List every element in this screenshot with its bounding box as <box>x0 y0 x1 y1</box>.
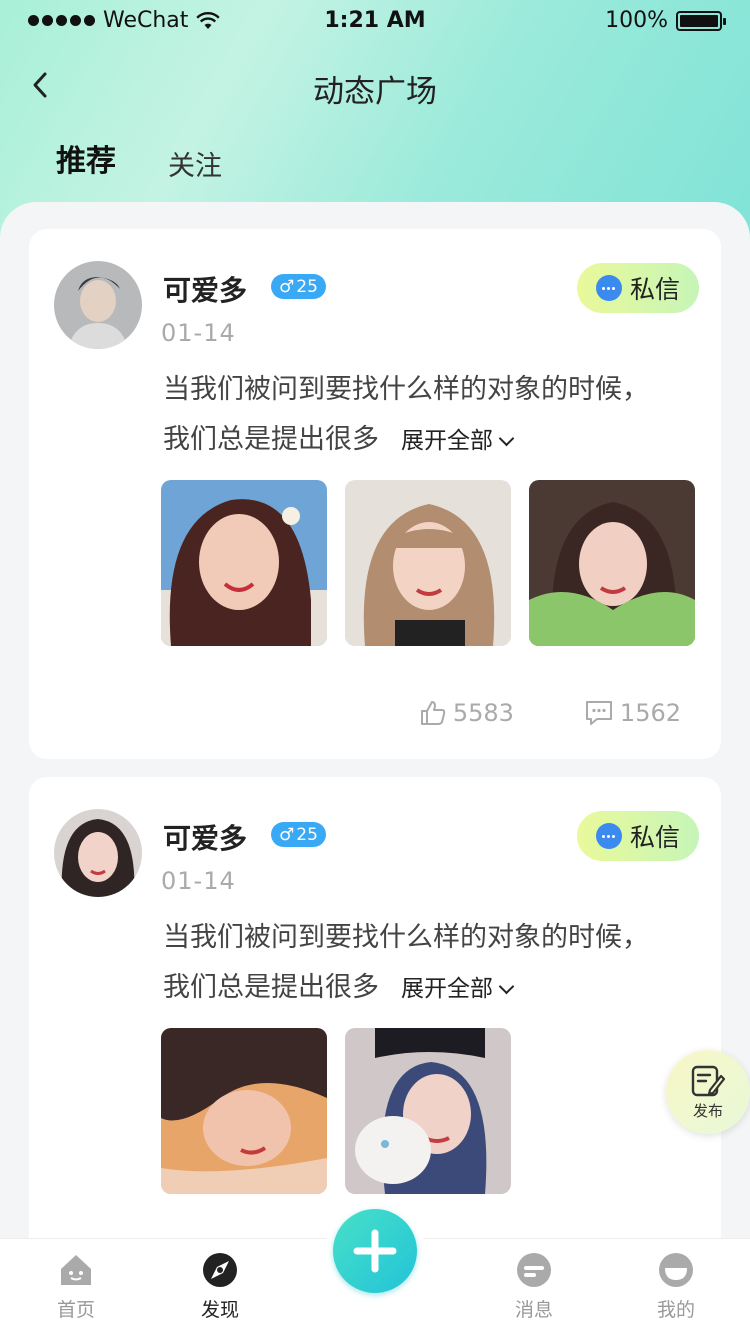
post-stats: 5583 1562 <box>419 699 681 727</box>
age-label: 25 <box>296 824 318 845</box>
post-text-line: 我们总是提出很多 展开全部 <box>163 963 703 1014</box>
private-message-label: 私信 <box>629 823 680 852</box>
post-photo[interactable] <box>161 480 327 646</box>
tab-profile-label: 我的 <box>656 1299 695 1321</box>
tab-home[interactable]: 首页 <box>36 1251 116 1322</box>
tab-messages-label: 消息 <box>514 1299 553 1321</box>
post-photos <box>161 480 695 646</box>
post-text-tail: 我们总是提出很多 <box>163 972 379 1003</box>
post-date: 01-14 <box>161 319 236 347</box>
expand-all-link[interactable]: 展开全部 <box>401 428 515 454</box>
gender-age-badge: ♂ 25 <box>271 822 326 847</box>
post-text-line: 当我们被问到要找什么样的对象的时候， <box>163 374 649 405</box>
message-icon <box>517 1253 551 1287</box>
home-icon <box>61 1255 91 1285</box>
create-post-button[interactable] <box>333 1209 417 1293</box>
post-photo[interactable] <box>345 1028 511 1194</box>
post-text-tail: 我们总是提出很多 <box>163 424 379 455</box>
comment-button[interactable]: 1562 <box>584 699 681 727</box>
tab-profile[interactable]: 我的 <box>636 1251 716 1322</box>
publish-label: 发布 <box>692 1101 723 1120</box>
nav-bar: 动态广场 <box>0 56 750 116</box>
post-photos <box>161 1028 511 1194</box>
expand-all-label: 展开全部 <box>401 428 493 454</box>
status-bar: WeChat 1:21 AM 100% <box>0 0 750 42</box>
author-name: 可爱多 <box>163 822 248 855</box>
like-count: 5583 <box>452 699 514 727</box>
expand-all-label: 展开全部 <box>401 976 493 1002</box>
page-title: 动态广场 <box>313 74 437 110</box>
status-right: 100% <box>605 8 726 33</box>
gender-age-badge: ♂ 25 <box>271 274 326 299</box>
post-text: 当我们被问到要找什么样的对象的时候， 我们总是提出很多 展开全部 <box>163 365 703 466</box>
discover-icon <box>203 1253 237 1287</box>
comment-count: 1562 <box>619 699 681 727</box>
tab-messages[interactable]: 消息 <box>494 1251 574 1322</box>
male-icon: ♂ <box>279 824 295 845</box>
create-button-wrap <box>325 1201 425 1301</box>
post-date: 01-14 <box>161 867 236 895</box>
comment-icon <box>585 701 612 725</box>
thumbs-up-icon <box>420 701 446 725</box>
post-text: 当我们被问到要找什么样的对象的时候， 我们总是提出很多 展开全部 <box>163 913 703 1014</box>
post-photo[interactable] <box>529 480 695 646</box>
male-icon: ♂ <box>279 276 295 297</box>
chevron-down-icon <box>498 978 515 995</box>
avatar[interactable] <box>54 809 142 897</box>
feed-sheet: 可爱多 ♂ 25 01-14 私信 当我们被问到要找什么样的对象的时候， 我们总… <box>0 202 750 1334</box>
post-photo[interactable] <box>161 1028 327 1194</box>
chevron-down-icon <box>498 430 515 447</box>
tab-following[interactable]: 关注 <box>168 144 222 183</box>
age-label: 25 <box>296 276 318 297</box>
profile-icon <box>659 1253 693 1287</box>
private-message-button[interactable]: 私信 <box>577 811 699 861</box>
author-name: 可爱多 <box>163 274 248 307</box>
post-text-line: 当我们被问到要找什么样的对象的时候， <box>163 922 649 953</box>
chat-bubble-icon <box>595 275 622 301</box>
expand-all-link[interactable]: 展开全部 <box>401 976 515 1002</box>
post-text-line: 我们总是提出很多 展开全部 <box>163 415 703 466</box>
tab-home-label: 首页 <box>56 1299 95 1321</box>
post-card: 可爱多 ♂ 25 01-14 私信 当我们被问到要找什么样的对象的时候， 我们总… <box>29 229 721 759</box>
feed-tabs: 推荐 关注 <box>56 136 222 213</box>
private-message-button[interactable]: 私信 <box>577 263 699 313</box>
battery-icon <box>676 10 726 31</box>
publish-button[interactable]: 发布 <box>666 1050 750 1134</box>
bottom-tab-bar: 首页 发现 消息 我的 <box>0 1201 750 1334</box>
tab-recommend[interactable]: 推荐 <box>56 136 116 213</box>
private-message-label: 私信 <box>629 275 680 304</box>
battery-percent: 100% <box>605 8 668 33</box>
post-photo[interactable] <box>345 480 511 646</box>
tab-discover[interactable]: 发现 <box>180 1251 260 1322</box>
like-button[interactable]: 5583 <box>419 699 514 727</box>
edit-note-icon <box>691 1065 726 1096</box>
tab-discover-label: 发现 <box>200 1299 239 1321</box>
plus-icon <box>353 1229 397 1273</box>
avatar[interactable] <box>54 261 142 349</box>
chat-bubble-icon <box>595 823 622 849</box>
